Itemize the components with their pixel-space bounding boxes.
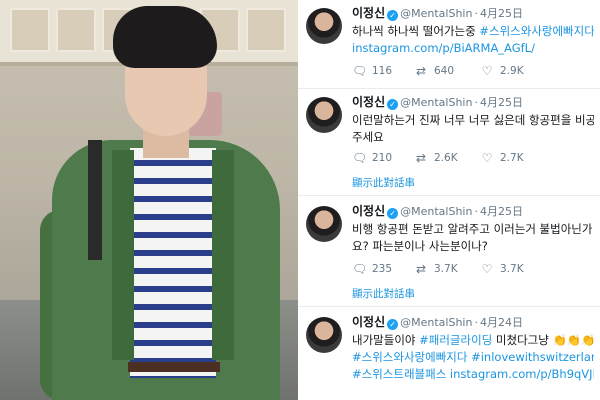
tweet-text-line: 내가말들이야 <box>352 333 420 347</box>
tweet-item[interactable]: 이정신 ✓ @MentalShin · 4月25日 비행 항공편 돈받고 알려주고 이러… <box>298 196 600 307</box>
reply-icon: 🗨 <box>352 151 368 165</box>
hashtag-link[interactable]: #스위스트래블패스 <box>352 367 446 381</box>
separator: · <box>474 205 478 218</box>
reply-count: 235 <box>372 263 393 275</box>
bag-strap <box>88 140 102 260</box>
show-thread-link[interactable]: 顯示此對話串 <box>352 175 415 190</box>
tweet-text: 하나씩 하나씩 떨어가는중 #스위스와사랑에빠지다 instagram.com/… <box>352 23 594 57</box>
retweet-button[interactable]: ⇄ 640 <box>414 64 454 78</box>
tweet-text-line: 주세요 <box>352 130 384 144</box>
timestamp[interactable]: 4月25日 <box>480 205 523 218</box>
tweet-header: 이정신 ✓ @MentalShin · 4月25日 <box>352 6 594 21</box>
tweet-text: 비행 항공편 돈받고 알려주고 이러는거 불법아닌가 요? 파는분이나 사는분이… <box>352 221 594 255</box>
hashtag-link[interactable]: #패러글라이딩 <box>419 333 492 347</box>
tweet-header: 이정신 ✓ @MentalShin · 4月24日 <box>352 315 594 330</box>
jacket-lapel <box>112 150 134 360</box>
display-name[interactable]: 이정신 <box>352 204 385 218</box>
timestamp[interactable]: 4月25日 <box>480 7 523 20</box>
tweet-text-line: 하나씩 하나씩 떨어가는중 <box>352 24 480 38</box>
tweet-text-line: 미쳤다그냥 👏👏👏 <box>492 333 594 347</box>
url-link[interactable]: instagram.com/p/Bh9qVJEgKr... <box>446 367 594 381</box>
reply-icon: 🗨 <box>352 64 368 78</box>
retweet-button[interactable]: ⇄ 3.7K <box>414 262 458 276</box>
hair <box>113 6 217 68</box>
avatar[interactable] <box>306 97 342 133</box>
hashtag-link[interactable]: #스위스와사랑에빠지다 <box>479 24 594 38</box>
show-thread-link[interactable]: 顯示此對話串 <box>352 286 415 301</box>
person-figure <box>40 0 290 400</box>
reply-button[interactable]: 🗨 210 <box>352 151 392 165</box>
verified-badge-icon: ✓ <box>387 10 399 21</box>
tweet-content: 이정신 ✓ @MentalShin · 4月25日 하나씩 하나씩 떨어가는중 #스위스… <box>352 6 594 57</box>
tweet-header: 이정신 ✓ @MentalShin · 4月25日 <box>352 204 594 219</box>
tweet-content: 이정신 ✓ @MentalShin · 4月25日 이런말하는거 진짜 너무 너무 싫은… <box>352 95 594 146</box>
tweet-item[interactable]: 이정신 ✓ @MentalShin · 4月25日 하나씩 하나씩 떨어가는중 #스위스… <box>298 0 600 89</box>
verified-badge-icon: ✓ <box>387 99 399 110</box>
profile-photo <box>0 0 298 400</box>
heart-icon: ♡ <box>481 64 493 78</box>
hashtag-link[interactable]: #스위스와사랑에빠지다 <box>352 350 467 364</box>
tweet-header: 이정신 ✓ @MentalShin · 4月25日 <box>352 95 594 110</box>
reply-count: 210 <box>372 152 393 164</box>
reply-count: 116 <box>372 65 393 77</box>
like-button[interactable]: ♡ 2.7K <box>480 151 524 165</box>
retweet-icon: ⇄ <box>415 262 427 276</box>
reply-button[interactable]: 🗨 235 <box>352 262 392 276</box>
tweet-content: 이정신 ✓ @MentalShin · 4月24日 내가말들이야 #패러글라이딩 미쳤다… <box>352 315 594 383</box>
belt <box>128 362 220 372</box>
display-name[interactable]: 이정신 <box>352 315 385 329</box>
display-name[interactable]: 이정신 <box>352 95 385 109</box>
tweet-item[interactable]: 이정신 ✓ @MentalShin · 4月24日 내가말들이야 #패러글라이딩 미쳤다… <box>298 307 600 400</box>
tweet-item[interactable]: 이정신 ✓ @MentalShin · 4月25日 이런말하는거 진짜 너무 너무 싫은… <box>298 89 600 196</box>
like-button[interactable]: ♡ 2.9K <box>480 64 524 78</box>
retweet-count: 640 <box>434 65 455 77</box>
tweet-text-line: 요? 파는분이나 사는분이나? <box>352 239 488 253</box>
timestamp[interactable]: 4月25日 <box>480 96 523 109</box>
heart-icon: ♡ <box>481 262 493 276</box>
url-link[interactable]: instagram.com/p/BiARMA_AGfL/ <box>352 41 535 55</box>
separator: · <box>474 7 478 20</box>
separator: · <box>474 316 478 329</box>
striped-shirt <box>130 148 216 378</box>
jacket-lapel <box>212 150 234 360</box>
handle[interactable]: @MentalShin <box>400 205 472 218</box>
tweet-text: 내가말들이야 #패러글라이딩 미쳤다그냥 👏👏👏 #스위스와사랑에빠지다 #in… <box>352 332 594 383</box>
reply-icon: 🗨 <box>352 262 368 276</box>
avatar[interactable] <box>306 317 342 353</box>
handle[interactable]: @MentalShin <box>400 96 472 109</box>
reply-button[interactable]: 🗨 116 <box>352 64 392 78</box>
retweet-icon: ⇄ <box>415 64 427 78</box>
timestamp[interactable]: 4月24日 <box>480 316 523 329</box>
handle[interactable]: @MentalShin <box>400 316 472 329</box>
like-count: 2.7K <box>500 152 524 164</box>
avatar[interactable] <box>306 206 342 242</box>
verified-badge-icon: ✓ <box>387 319 399 330</box>
retweet-count: 3.7K <box>434 263 458 275</box>
avatar[interactable] <box>306 8 342 44</box>
retweet-count: 2.6K <box>434 152 458 164</box>
tweet-text-line: 이런말하는거 진짜 너무 너무 싫은데 항공편을 비공 <box>352 113 594 127</box>
verified-badge-icon: ✓ <box>387 208 399 219</box>
retweet-icon: ⇄ <box>415 151 427 165</box>
tweet-text: 이런말하는거 진짜 너무 너무 싫은데 항공편을 비공 주세요 <box>352 112 594 146</box>
like-button[interactable]: ♡ 3.7K <box>480 262 524 276</box>
display-name[interactable]: 이정신 <box>352 6 385 20</box>
like-count: 3.7K <box>500 263 524 275</box>
tweet-text-line: 비행 항공편 돈받고 알려주고 이러는거 불법아닌가 <box>352 222 593 236</box>
hashtag-link[interactable]: #inlovewithswitzerland <box>467 350 594 364</box>
separator: · <box>474 96 478 109</box>
tweet-content: 이정신 ✓ @MentalShin · 4月25日 비행 항공편 돈받고 알려주고 이러… <box>352 204 594 255</box>
heart-icon: ♡ <box>481 151 493 165</box>
tweet-feed[interactable]: 이정신 ✓ @MentalShin · 4月25日 하나씩 하나씩 떨어가는중 #스위스… <box>298 0 600 400</box>
retweet-button[interactable]: ⇄ 2.6K <box>414 151 458 165</box>
like-count: 2.9K <box>500 65 524 77</box>
handle[interactable]: @MentalShin <box>400 7 472 20</box>
